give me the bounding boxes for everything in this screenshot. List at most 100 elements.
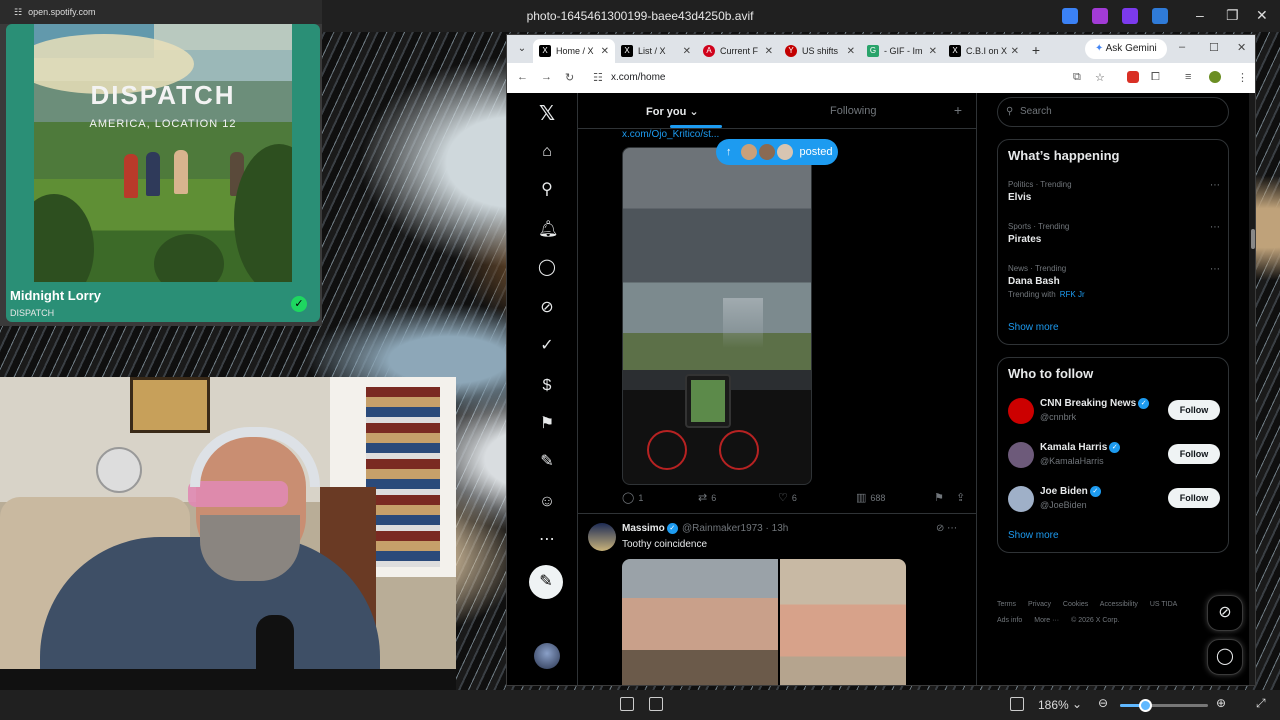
clipchamp-icon[interactable] <box>1092 8 1108 24</box>
reply-button[interactable]: ◯ 1 <box>622 491 643 504</box>
extensions-icon[interactable]: ⧠ <box>1151 71 1160 84</box>
messages-icon[interactable]: ◯ <box>538 259 556 277</box>
profile-icon[interactable] <box>1209 71 1221 83</box>
menu-dots-icon[interactable]: ⋮ <box>1237 71 1248 84</box>
bookmarks-icon[interactable]: ⚑ <box>538 415 556 433</box>
tab-for-you[interactable]: For you ⌄ <box>646 105 699 118</box>
footer-link[interactable]: Terms <box>997 601 1016 608</box>
zoom-slider-knob[interactable] <box>1138 699 1152 712</box>
ask-gemini-button[interactable]: ✦ Ask Gemini <box>1085 39 1167 59</box>
new-posts-pill[interactable]: ↑ posted <box>716 139 838 165</box>
more-dots-icon[interactable]: ⋯ <box>1210 222 1220 233</box>
chevron-down-icon[interactable]: ⌄ <box>1072 697 1082 711</box>
profile-icon[interactable]: ☺ <box>538 493 556 511</box>
footer-link[interactable]: Accessibility <box>1100 601 1138 608</box>
zoom-slider[interactable] <box>1120 699 1208 712</box>
more-dots-icon[interactable]: ⋯ <box>1210 180 1220 191</box>
edit-icon[interactable] <box>1062 8 1078 24</box>
tab-0[interactable]: X Home / X ✕ <box>533 39 615 63</box>
zoom-in-icon[interactable]: ⊕ <box>1216 696 1226 710</box>
show-more-link[interactable]: Show more <box>1008 322 1059 333</box>
compose-post-button[interactable]: ✎ <box>529 565 563 599</box>
like-button[interactable]: ♡ 6 <box>778 491 797 504</box>
adblock-icon[interactable] <box>1127 71 1139 83</box>
post-author-handle[interactable]: @Rainmaker1973 · 13h <box>682 523 788 534</box>
repost-button[interactable]: ⇄ 6 <box>698 491 716 504</box>
url-field[interactable]: x.com/home <box>611 72 665 83</box>
post-image[interactable] <box>622 559 778 685</box>
tab-2[interactable]: A Current F ✕ <box>697 39 779 63</box>
close-tab-icon[interactable]: ✕ <box>1011 46 1019 57</box>
post-author-name[interactable]: Massimo ✓ <box>622 523 678 534</box>
premium-money-icon[interactable]: $ <box>538 377 556 395</box>
zoom-level[interactable]: 186% <box>1038 698 1069 712</box>
tab-5[interactable]: X C.B.I on X ✕ <box>943 39 1025 63</box>
trend-item[interactable]: Politics · Trending Elvis ⋯ <box>1008 180 1220 203</box>
back-icon[interactable]: ← <box>517 71 528 83</box>
close-icon[interactable]: ✕ <box>1256 7 1268 24</box>
footer-link[interactable]: Ads info <box>997 617 1022 624</box>
track-title[interactable]: Midnight Lorry <box>10 288 101 303</box>
more-dots-icon[interactable]: ⋯ <box>1210 264 1220 275</box>
site-settings-icon[interactable]: ☷ <box>14 7 22 18</box>
follow-button[interactable]: Follow <box>1168 488 1220 508</box>
spotify-player[interactable]: DISPATCH AMERICA, LOCATION 12 Midnight L… <box>6 24 320 322</box>
follow-button[interactable]: Follow <box>1168 444 1220 464</box>
site-info-icon[interactable]: ☷ <box>593 71 603 84</box>
reading-list-icon[interactable]: ≡ <box>1185 71 1191 83</box>
grok-float-icon[interactable]: ⊘ <box>1207 595 1243 631</box>
tab-1[interactable]: X List / X ✕ <box>615 39 697 63</box>
maximize-icon[interactable]: ❐ <box>1226 7 1239 24</box>
footer-link[interactable]: Privacy <box>1028 601 1051 608</box>
minimize-icon[interactable]: – <box>1196 7 1204 23</box>
browser-minimize-icon[interactable]: – <box>1179 41 1185 53</box>
close-tab-icon[interactable]: ✕ <box>683 46 691 57</box>
page-scrollbar[interactable] <box>1249 93 1255 685</box>
bookmark-button[interactable]: ⚑ <box>934 491 944 504</box>
crop-icon[interactable] <box>620 697 634 711</box>
trending-with-link[interactable]: RFK Jr <box>1060 290 1085 299</box>
close-tab-icon[interactable]: ✕ <box>929 46 937 57</box>
footer-link[interactable]: More ··· <box>1034 617 1059 624</box>
onedrive-icon[interactable] <box>1152 8 1168 24</box>
more-icon[interactable]: ⋯ <box>538 531 556 549</box>
messages-float-icon[interactable]: ◯ <box>1207 639 1243 675</box>
add-feed-icon[interactable]: + <box>954 102 962 118</box>
tab-search-icon[interactable]: ⌄ <box>511 39 533 59</box>
grok-icon[interactable]: ⊘ <box>936 523 944 534</box>
browser-maximize-icon[interactable]: ☐ <box>1209 41 1219 54</box>
follow-suggestion[interactable]: CNN Breaking News ✓ @cnnbrk Follow <box>1008 396 1220 426</box>
bookmark-star-icon[interactable]: ☆ <box>1095 71 1105 84</box>
post-link[interactable]: x.com/Ojo_Kritico/st... <box>622 129 719 140</box>
show-more-link[interactable]: Show more <box>1008 530 1059 541</box>
text-recognition-icon[interactable] <box>649 697 663 711</box>
reload-icon[interactable]: ↻ <box>565 71 574 84</box>
close-tab-icon[interactable]: ✕ <box>847 46 855 57</box>
zoom-out-icon[interactable]: ⊖ <box>1098 696 1108 710</box>
trend-item[interactable]: News · Trending Dana Bash Trending with R… <box>1008 264 1220 299</box>
write-icon[interactable]: ✎ <box>538 453 556 471</box>
fit-screen-icon[interactable] <box>1010 697 1024 711</box>
fullscreen-icon[interactable]: ⤢ <box>1256 696 1266 711</box>
track-artist[interactable]: DISPATCH <box>10 308 54 318</box>
notifications-bell-icon[interactable]: 🔔︎ <box>538 221 558 239</box>
x-logo-icon[interactable]: 𝕏 <box>538 104 556 124</box>
search-input[interactable]: ⚲ Search <box>997 97 1229 127</box>
follow-suggestion[interactable]: Kamala Harris ✓ @KamalaHarris Follow <box>1008 440 1220 470</box>
close-tab-icon[interactable]: ✕ <box>601 46 609 57</box>
footer-link[interactable]: Cookies <box>1063 601 1088 608</box>
share-button[interactable]: ⇪ <box>956 491 965 504</box>
browser-close-icon[interactable]: ✕ <box>1237 41 1246 54</box>
tab-3[interactable]: Y US shifts ✕ <box>779 39 861 63</box>
liked-check-icon[interactable]: ✓ <box>291 296 307 312</box>
trend-item[interactable]: Sports · Trending Pirates ⋯ <box>1008 222 1220 245</box>
follow-suggestion[interactable]: Joe Biden ✓ @JoeBiden Follow <box>1008 484 1220 514</box>
close-tab-icon[interactable]: ✕ <box>765 46 773 57</box>
avatar[interactable] <box>588 523 616 551</box>
post-image[interactable] <box>780 559 906 685</box>
cast-icon[interactable]: ⧉ <box>1073 71 1081 84</box>
views-button[interactable]: ▥ 688 <box>856 491 885 504</box>
tab-4[interactable]: G - GIF - Im ✕ <box>861 39 943 63</box>
tab-following[interactable]: Following <box>830 105 876 117</box>
verified-icon[interactable]: ✓ <box>538 337 556 355</box>
